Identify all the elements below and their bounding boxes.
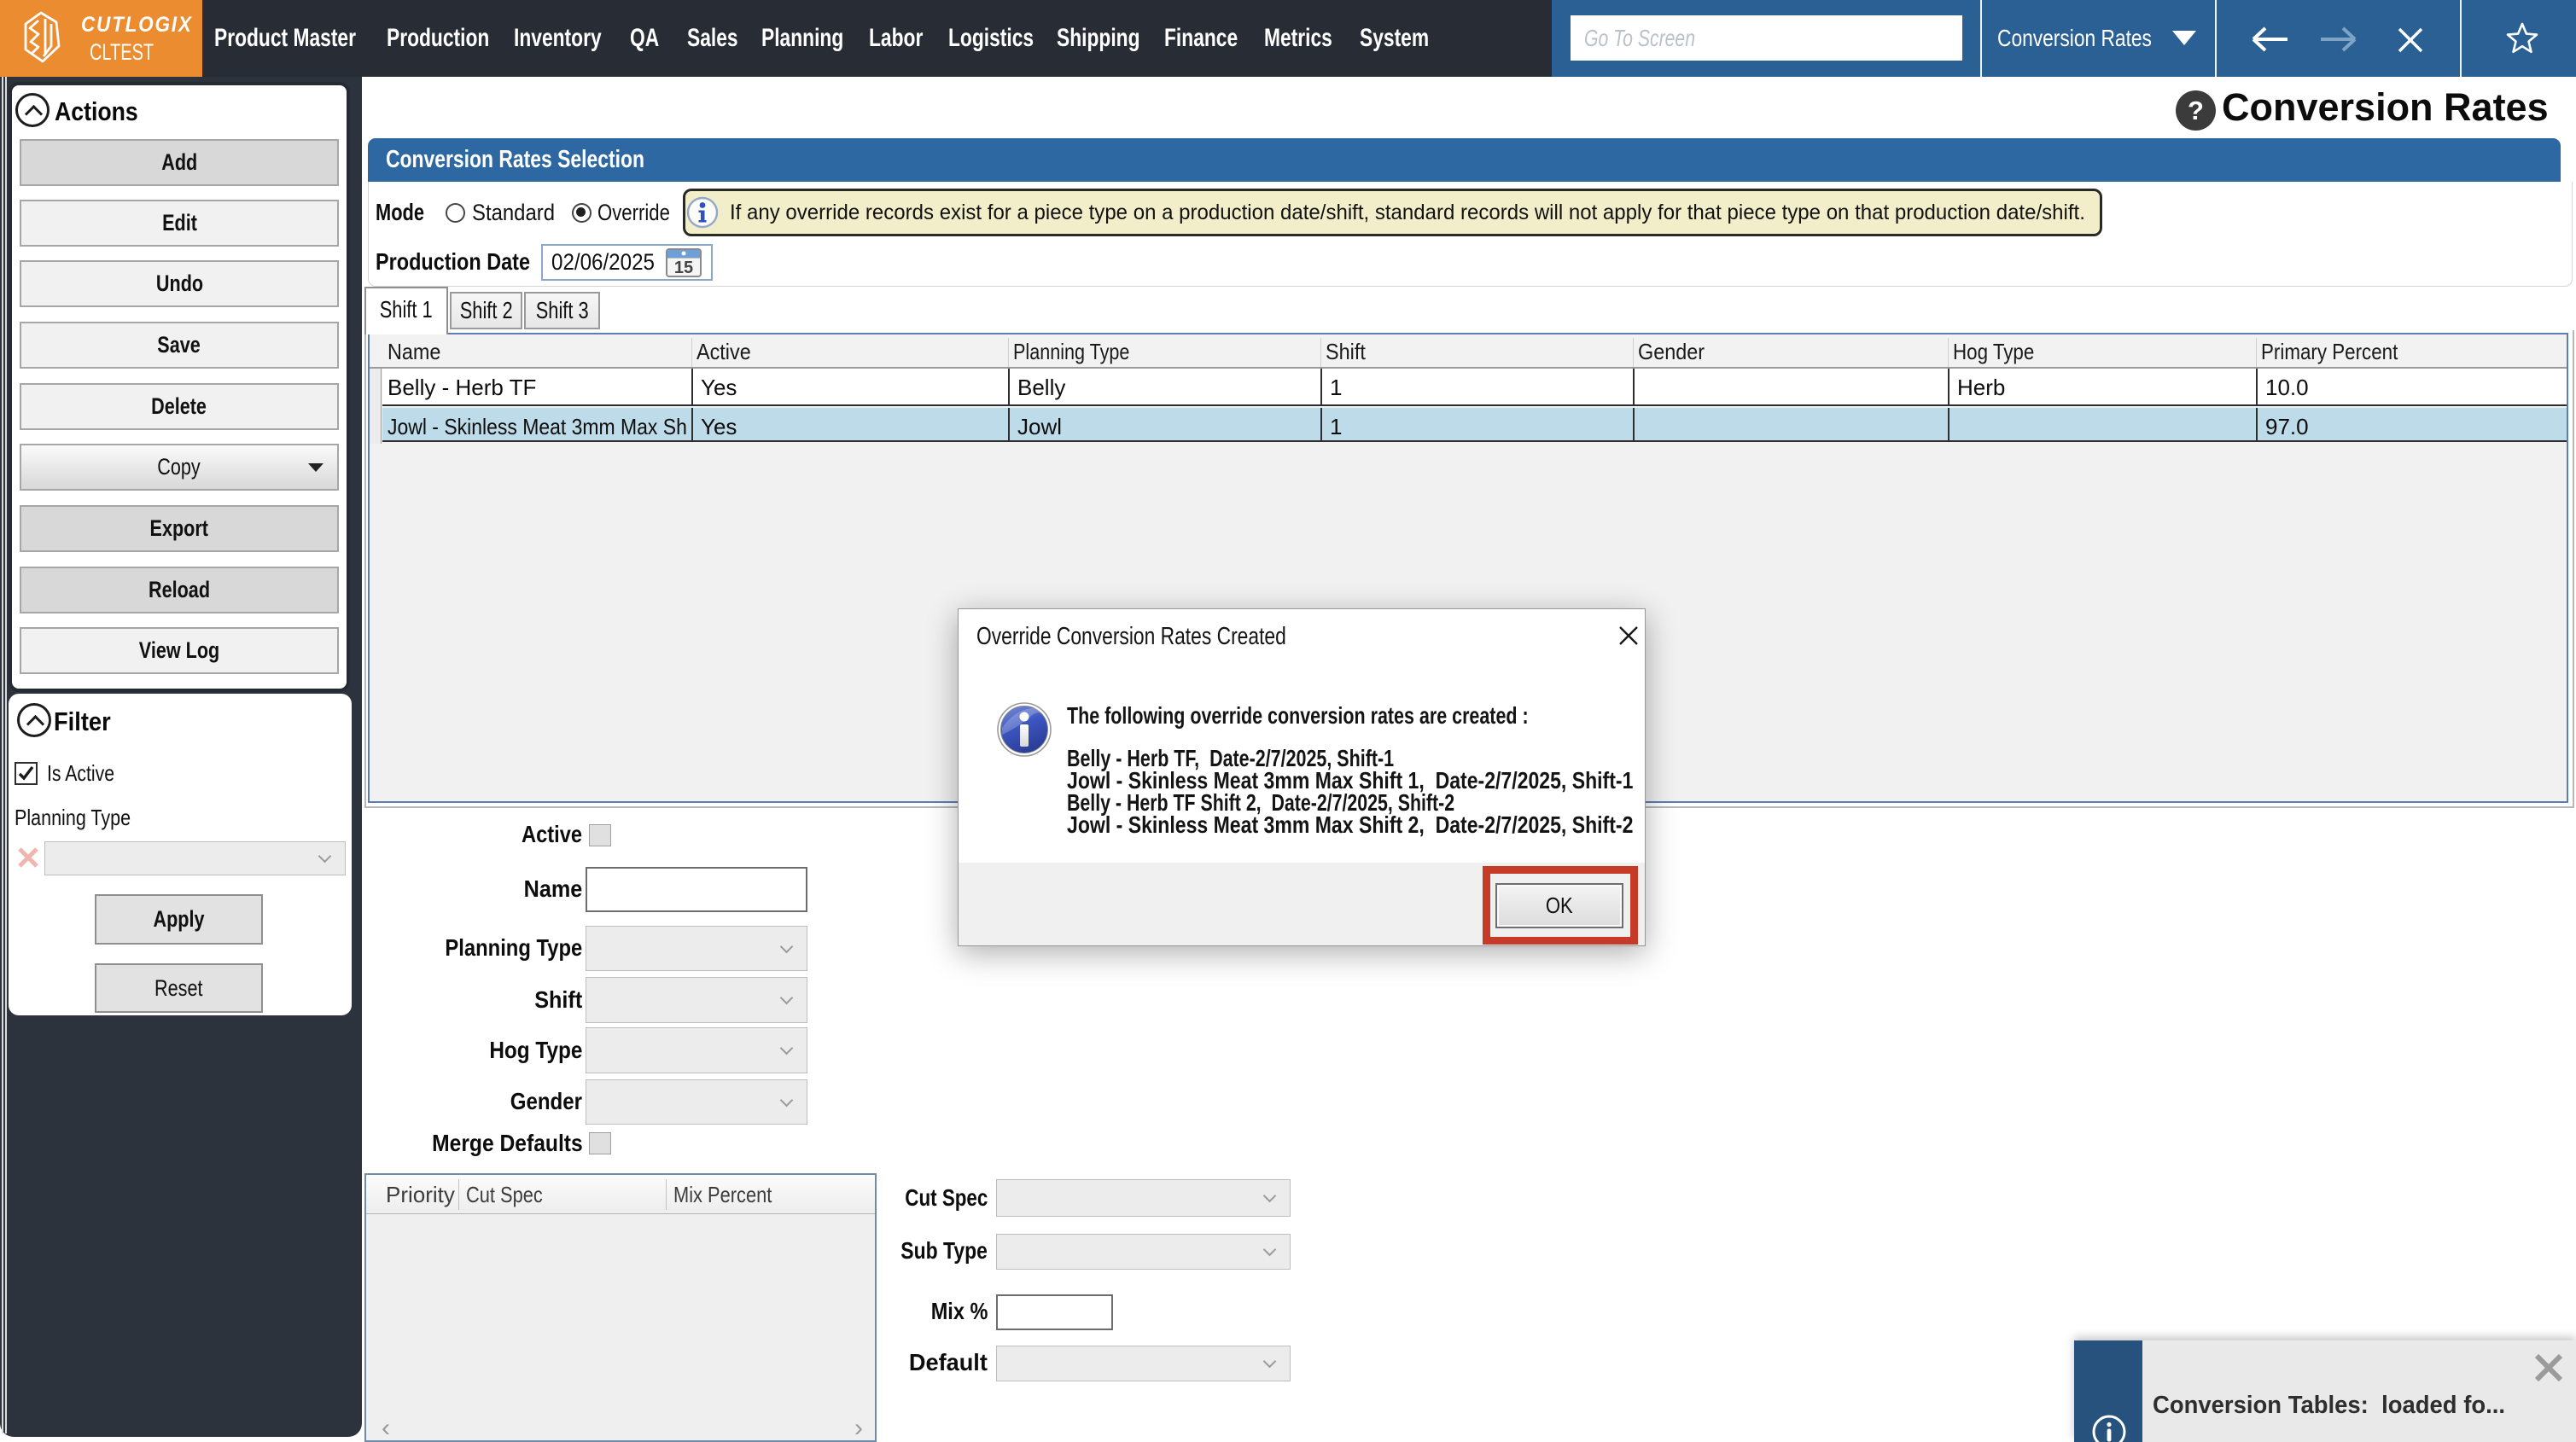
svg-text:15: 15 (674, 259, 693, 277)
